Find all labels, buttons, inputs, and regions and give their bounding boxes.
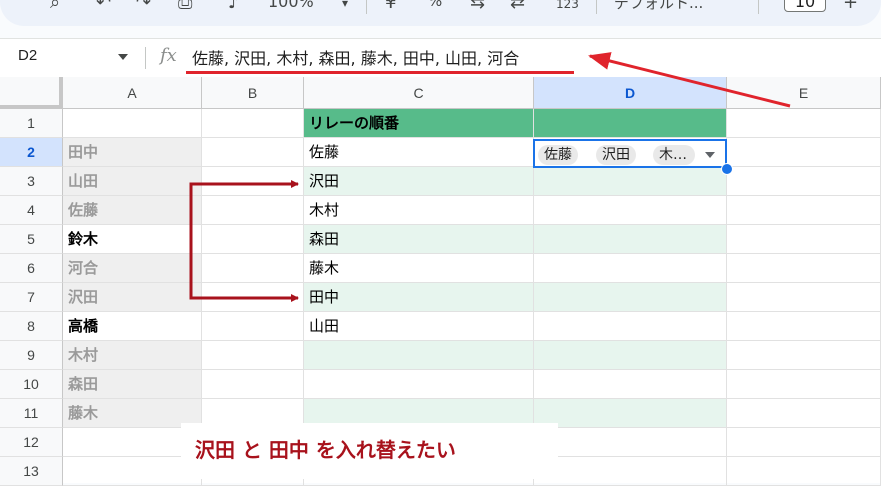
annotation-arrows (189, 52, 791, 302)
pointer-arrow (588, 52, 791, 108)
swap-arrow (189, 180, 299, 302)
